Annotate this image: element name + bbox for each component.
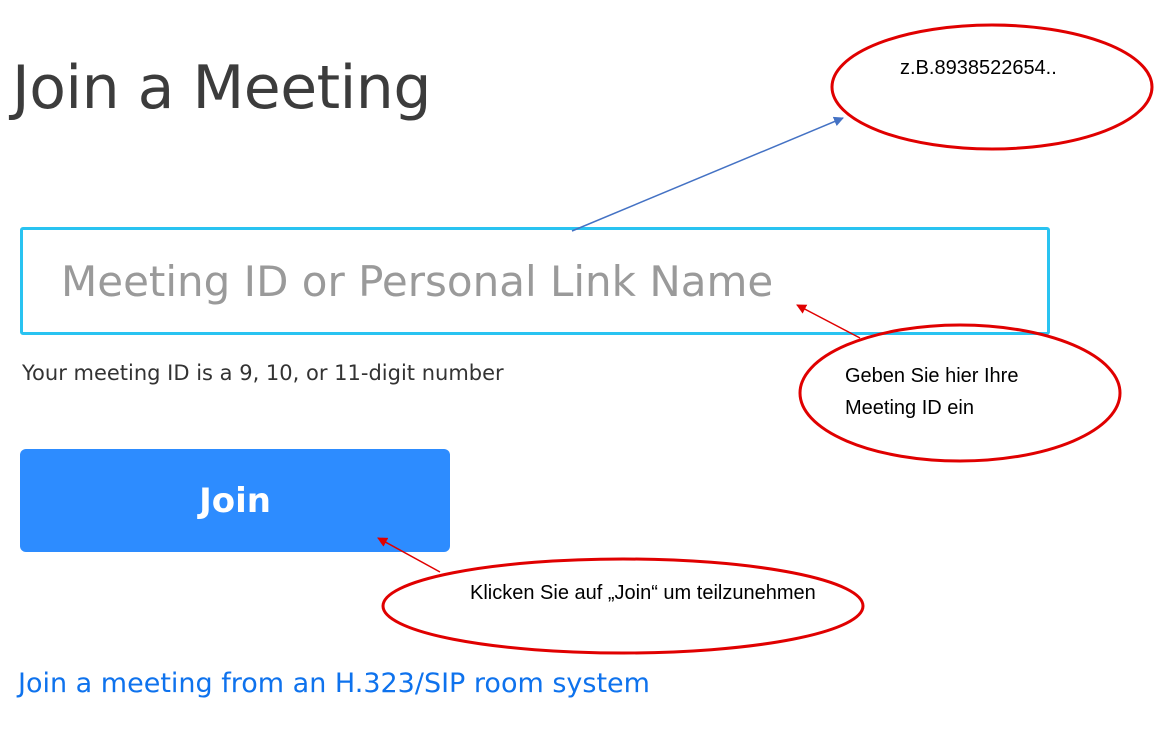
room-system-link[interactable]: Join a meeting from an H.323/SIP room sy… xyxy=(18,668,650,699)
enter-id-note: Geben Sie hier Ihre Meeting ID ein xyxy=(845,365,1019,419)
click-join-note: Klicken Sie auf „Join“ um teilzunehmen xyxy=(470,582,816,604)
example-id-note: z.B.8938522654.. xyxy=(900,57,1057,79)
meeting-id-input[interactable] xyxy=(20,227,1050,335)
example-id-arrow xyxy=(571,116,844,232)
example-id-callout-ellipse xyxy=(830,23,1154,151)
meeting-id-hint: Your meeting ID is a 9, 10, or 11-digit … xyxy=(22,361,504,385)
page-title: Join a Meeting xyxy=(12,53,431,123)
join-button[interactable]: Join xyxy=(20,449,450,552)
